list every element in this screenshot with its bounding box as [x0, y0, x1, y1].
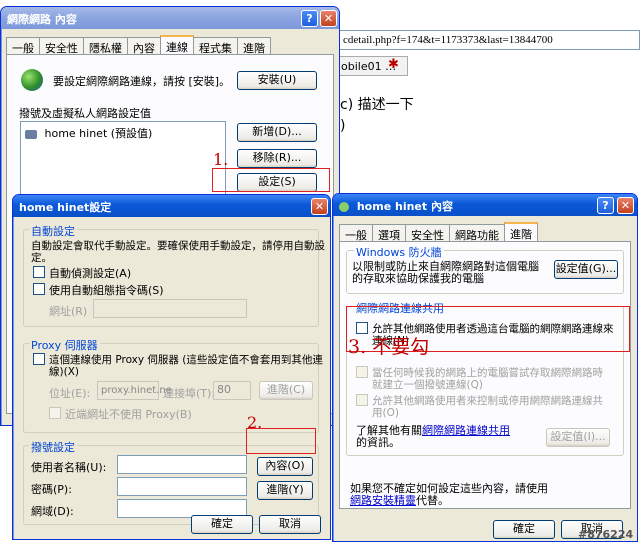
close-button[interactable]: ✕ — [617, 197, 634, 214]
hinet-settings-body: 自動設定 自動設定會取代手動設定。要確保使用手動設定，請停用自動設 定。 自動偵… — [17, 219, 326, 535]
ics-help-link[interactable]: 網際網路連線共用 — [422, 424, 510, 437]
ics-control-checkbox[interactable] — [356, 394, 368, 406]
hinet-properties-title: home hinet 內容 — [356, 200, 453, 213]
page-content-line-1: c) 描述一下 — [340, 97, 414, 113]
page-content-line-2: ) — [340, 118, 346, 134]
network-wizard-link[interactable]: 網路安裝精靈 — [350, 494, 416, 507]
vpn-settings-label: 撥號及虛擬私人網路設定值 — [19, 107, 151, 120]
dialup-group-label: 撥號設定 — [29, 439, 77, 455]
proxy-address-value: proxy.hinet.ne — [101, 385, 172, 396]
setup-button[interactable]: 安裝(U) — [237, 71, 317, 90]
help-button[interactable]: ? — [301, 10, 318, 27]
port-field[interactable]: 80 — [213, 381, 251, 400]
auto-detect-checkbox[interactable] — [33, 266, 45, 278]
address-field[interactable] — [93, 299, 247, 318]
bug-icon[interactable]: ✱ — [388, 58, 402, 72]
cancel-button[interactable]: 取消 — [259, 515, 321, 534]
help-button[interactable]: ? — [597, 197, 614, 214]
port-label: 連接埠(T): — [163, 387, 216, 400]
proxy-address-field[interactable]: proxy.hinet.ne — [97, 381, 172, 400]
hinet-settings-dialog: home hinet設定 ✕ 自動設定 自動設定會取代手動設定。要確保使用手動設… — [12, 194, 331, 540]
network-connection-icon — [339, 202, 349, 212]
auto-config-desc-2: 定。 — [31, 252, 52, 264]
username-label: 使用者名稱(U): — [31, 461, 107, 474]
auto-config-desc-1: 自動設定會取代手動設定。要確保使用手動設定，請停用自動設 — [31, 240, 325, 252]
add-button[interactable]: 新增(D)... — [237, 123, 317, 142]
auto-detect-label: 自動偵測設定(A) — [49, 267, 132, 280]
address-url: cdetail.php?f=174&t=1173373&last=1384470… — [343, 34, 553, 46]
address-label: 網址(R) — [49, 305, 88, 318]
username-field[interactable] — [117, 455, 247, 474]
firewall-settings-button[interactable]: 設定值(G)... — [554, 260, 618, 279]
annotation-step-3: 3. 不要勾 — [348, 336, 430, 358]
proxy-group-label: Proxy 伺服器 — [29, 337, 100, 353]
password-label: 密碼(P): — [31, 483, 72, 496]
watermark: #876224 — [578, 528, 634, 541]
ics-settings-button[interactable]: 設定值(I)... — [546, 428, 610, 447]
learn-more-suffix: 的資訊。 — [356, 436, 400, 449]
dialup-advanced-button[interactable]: 進階(Y) — [257, 481, 313, 500]
hinet-properties-dialog: home hinet 內容 ? ✕ 一般 選項 安全性 網路功能 進階 Wind… — [332, 193, 638, 542]
annotation-step-2: 2. — [247, 413, 263, 432]
auto-config-group-label: 自動設定 — [29, 223, 77, 239]
footer-text-2: 網路安裝精靈代替。 — [350, 492, 449, 508]
ics-dial-checkbox[interactable] — [356, 366, 368, 378]
setup-text: 要設定網際網路連線，請按 [安裝]。 — [53, 75, 231, 88]
remove-button[interactable]: 移除(R)... — [237, 149, 317, 168]
bypass-local-checkbox[interactable] — [49, 407, 61, 419]
annotation-step-1: 1. — [213, 150, 229, 169]
domain-label: 網域(D): — [31, 505, 74, 518]
ok-button[interactable]: 確定 — [191, 515, 253, 534]
internet-options-title: 網際網路 內容 — [7, 13, 77, 26]
annotation-box-settings — [212, 168, 330, 192]
proxy-advanced-button[interactable]: 進階(C) — [259, 381, 313, 400]
globe-icon — [21, 69, 43, 91]
use-proxy-checkbox[interactable] — [33, 353, 45, 365]
auto-script-checkbox[interactable] — [33, 283, 45, 295]
internet-options-titlebar: 網際網路 內容 — [1, 7, 339, 29]
hinet-settings-titlebar: home hinet設定 — [13, 195, 330, 217]
address-bar[interactable]: cdetail.php?f=174&t=1173373&last=1384470… — [338, 30, 640, 50]
close-button[interactable]: ✕ — [311, 198, 328, 215]
close-button[interactable]: ✕ — [320, 10, 337, 27]
ok-button[interactable]: 確定 — [493, 520, 555, 539]
ics-control-label-1: 允許其他網路使用者來控制或停用網際網路連線共 — [372, 395, 603, 407]
hinet-settings-title: home hinet設定 — [19, 201, 112, 214]
ics-dial-label-2: 就建立一個撥號連線(Q) — [372, 379, 483, 391]
port-value: 80 — [217, 383, 231, 396]
firewall-desc-2: 的存取來協助保護我的電腦 — [352, 272, 484, 285]
advanced-panel: Windows 防火牆 以限制或防止來自網際網路對這個電腦 的存取來協助保護我的… — [339, 241, 631, 509]
hinet-properties-titlebar: home hinet 內容 — [333, 194, 637, 216]
auto-script-label: 使用自動組態指令碼(S) — [49, 284, 164, 297]
use-proxy-label-1: 這個連線使用 Proxy 伺服器 (這些設定值不會套用到其他連 — [49, 354, 323, 366]
footer-suffix: 代替。 — [416, 494, 449, 507]
list-item-label: home hinet (預設值) — [44, 127, 153, 140]
properties-button[interactable]: 內容(O) — [257, 457, 313, 476]
password-field[interactable] — [117, 477, 247, 496]
list-item[interactable]: home hinet (預設值) — [25, 125, 152, 141]
use-proxy-label-2: 線)(X) — [49, 366, 79, 378]
bypass-local-label: 近端網址不使用 Proxy(B) — [65, 408, 192, 421]
ics-control-label-2: 用(O) — [372, 407, 399, 419]
connection-list[interactable]: home hinet (預設值) — [20, 121, 226, 195]
network-connection-icon — [25, 129, 37, 139]
proxy-address-label: 位址(E): — [49, 387, 91, 400]
